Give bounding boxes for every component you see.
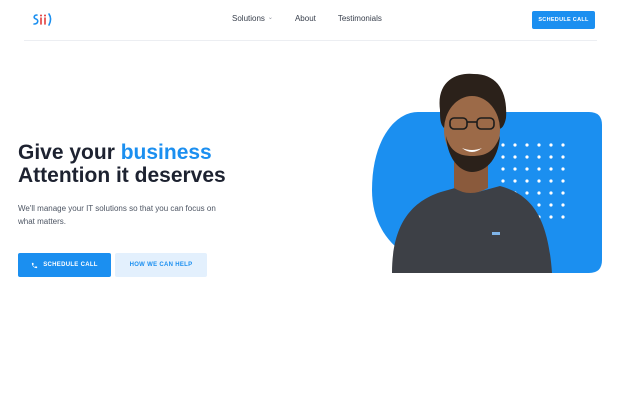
nav-item-testimonials[interactable]: Testimonials <box>338 14 382 23</box>
brand-logo[interactable] <box>32 11 56 34</box>
shirt-logo <box>492 232 500 235</box>
button-label: SCHEDULE CALL <box>538 17 589 23</box>
nav-item-label: About <box>294 14 316 23</box>
main-nav: Solutions ⌄ About Testimonials <box>232 14 382 23</box>
chevron-down-icon: ⌄ <box>267 15 273 21</box>
how-we-can-help-button[interactable]: HOW WE CAN HELP <box>115 253 207 277</box>
header-divider <box>24 40 597 41</box>
nav-item-solutions[interactable]: Solutions ⌄ <box>232 14 273 23</box>
hero-subtitle: We'll manage your IT solutions so that y… <box>18 204 216 226</box>
nav-item-about[interactable]: About <box>295 14 316 23</box>
hero-title-line2: Attention it deserves <box>18 164 226 187</box>
hero-title-part1: Give your <box>18 141 121 164</box>
hero-title-accent: business <box>120 141 212 164</box>
site-header: Solutions ⌄ About Testimonials SCHEDULE … <box>0 0 623 40</box>
button-label: SCHEDULE CALL <box>43 262 98 268</box>
brand-logo-icon <box>33 13 52 26</box>
button-label: HOW WE CAN HELP <box>129 262 193 268</box>
hero-portrait-image <box>372 73 602 273</box>
header-schedule-call-button[interactable]: SCHEDULE CALL <box>532 11 595 29</box>
phone-icon <box>32 262 38 268</box>
schedule-call-button[interactable]: SCHEDULE CALL <box>18 253 111 277</box>
nav-item-label: Testimonials <box>337 14 382 23</box>
hero-title: Give your business Attention it deserves <box>18 141 226 187</box>
nav-item-label: Solutions <box>232 14 265 23</box>
hero-illustration <box>370 70 610 287</box>
